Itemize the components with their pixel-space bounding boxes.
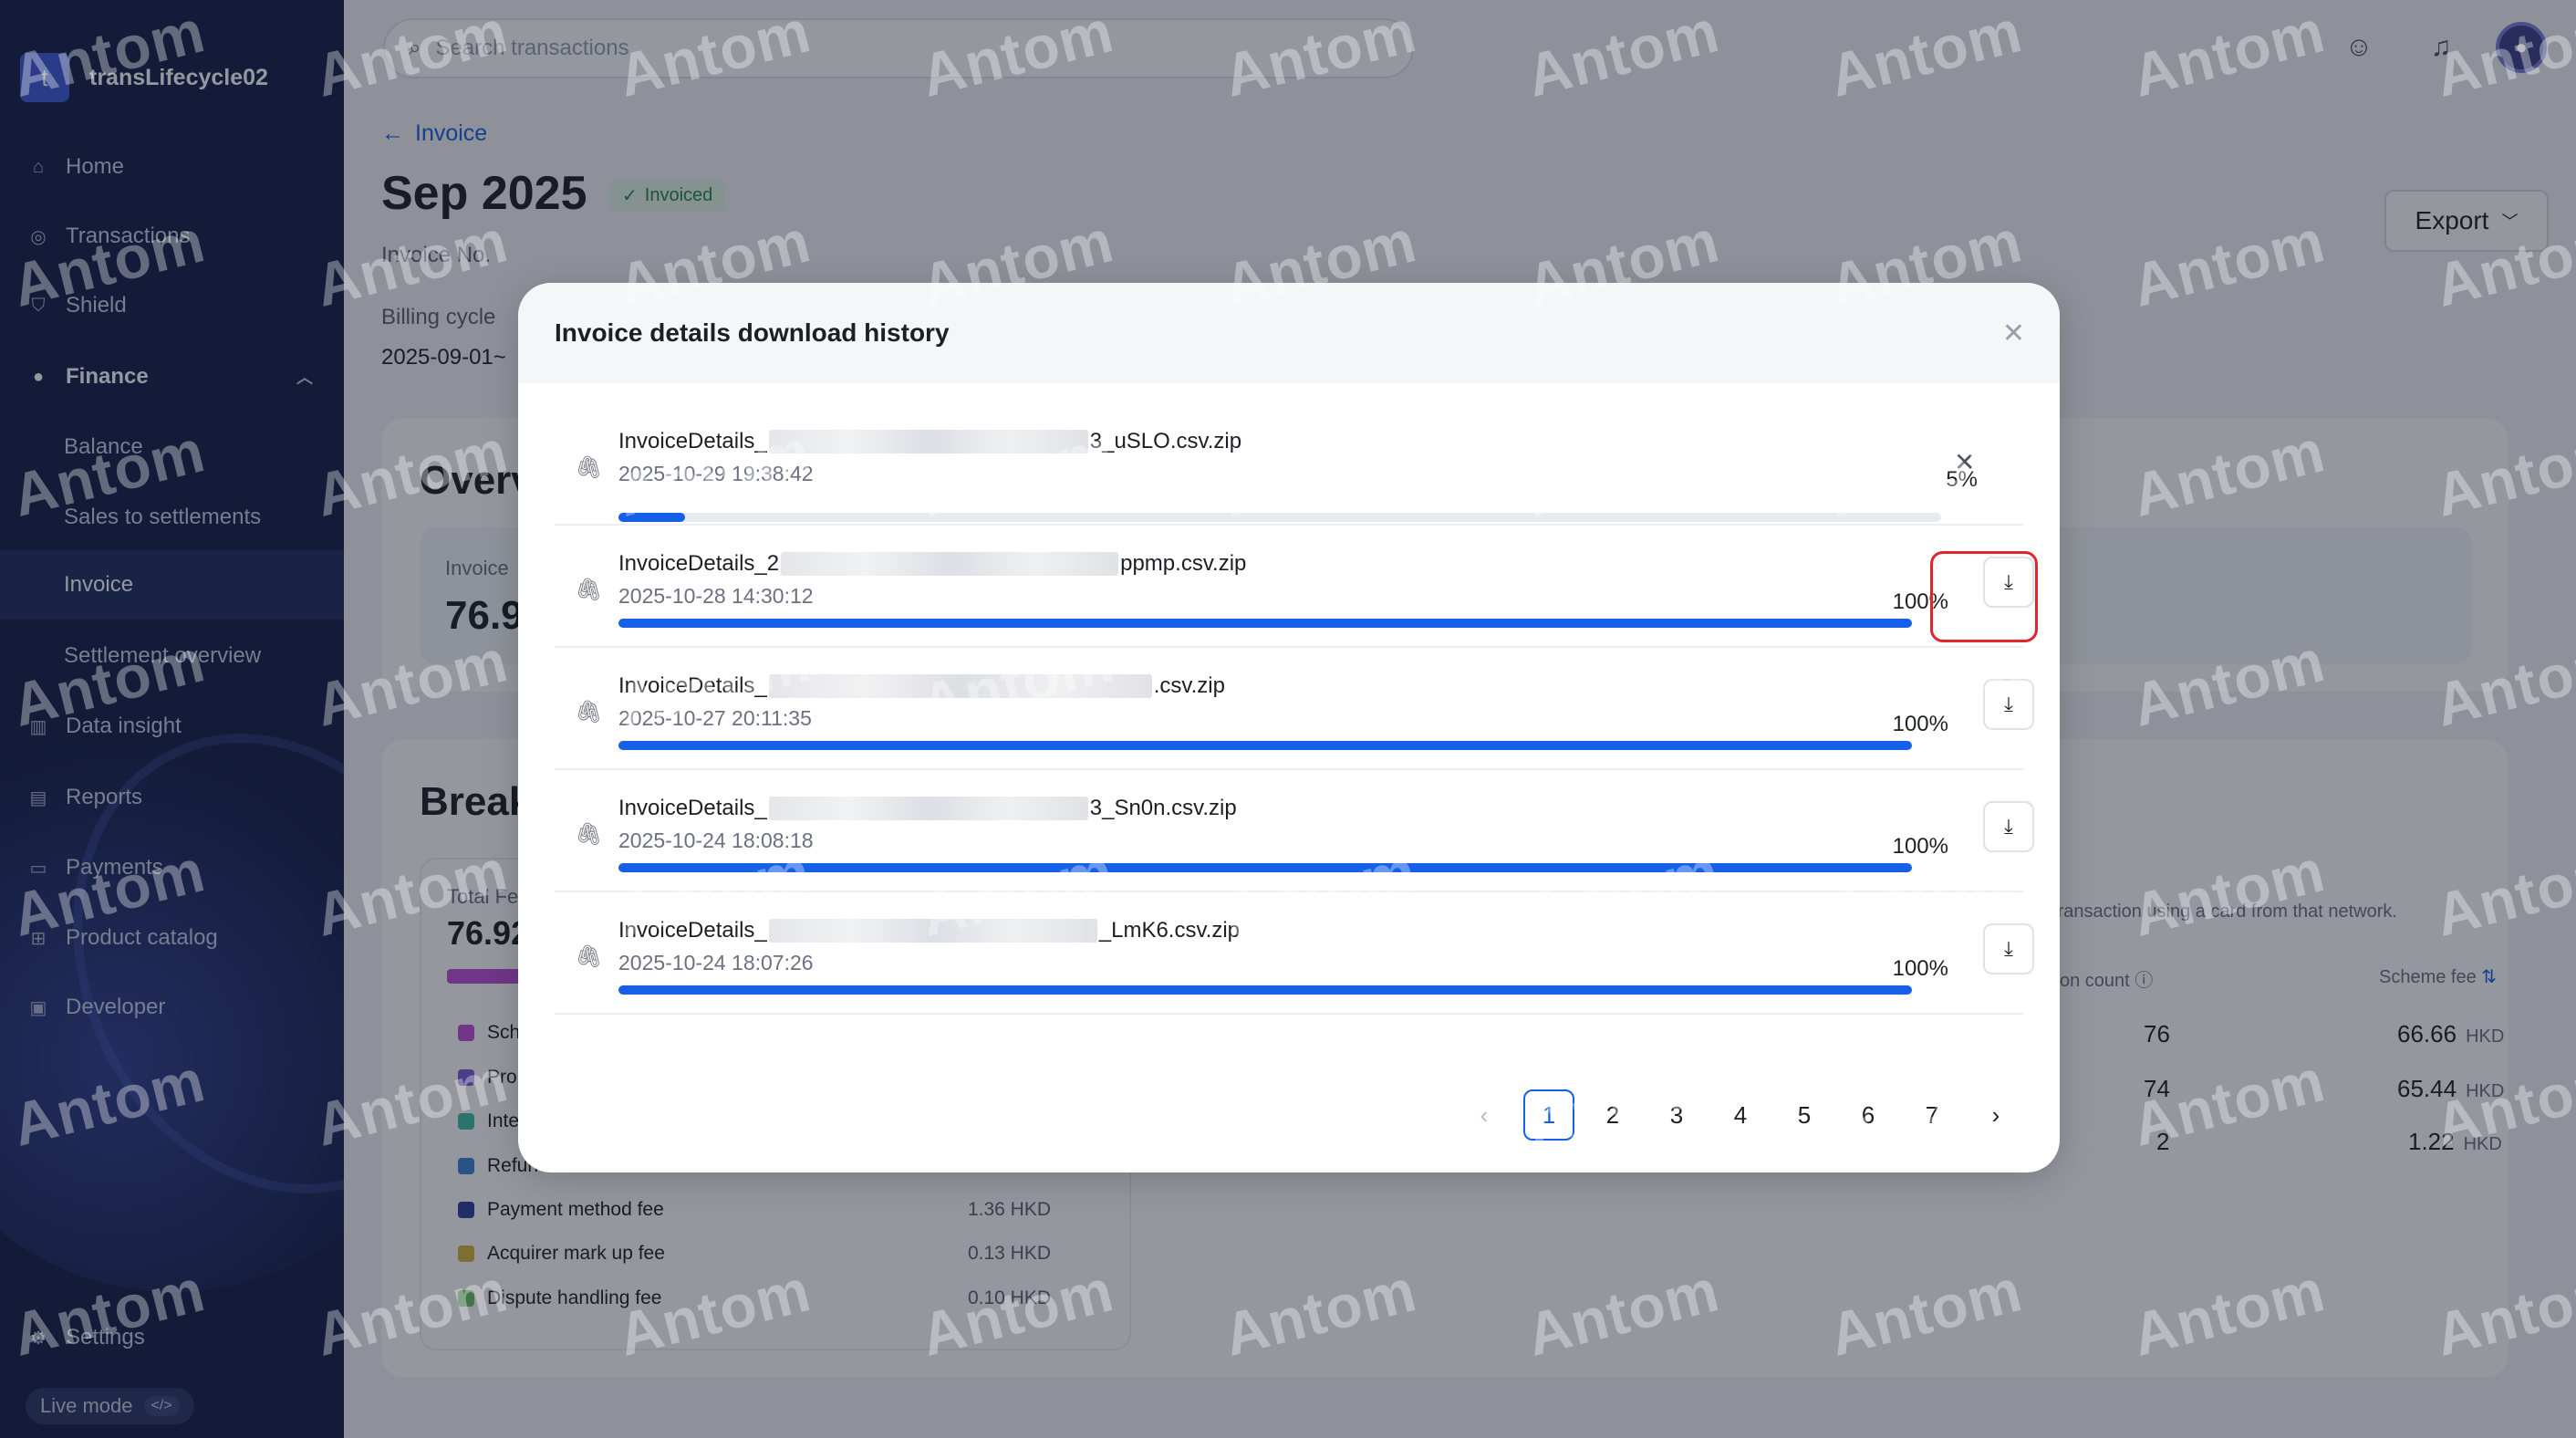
progress-fill: [618, 741, 1912, 750]
file-timestamp: 2025-10-24 18:07:26: [618, 951, 814, 974]
progress-bar: [618, 985, 1912, 995]
paperclip-icon: 🖇: [575, 822, 603, 847]
redacted-segment: [781, 552, 1119, 576]
progress-bar: [618, 513, 1941, 522]
progress-fill: [618, 513, 685, 522]
download-icon: ⤓: [2004, 937, 2013, 960]
redacted-segment: [768, 430, 1088, 453]
redacted-segment: [768, 674, 1152, 698]
file-name: InvoiceDetails_ 3_uSLO.csv.zip: [618, 429, 1242, 453]
download-row: 🖇 InvoiceDetails_2 ppmp.csv.zip 2025-10-2…: [555, 526, 2034, 648]
paperclip-icon: 🖇: [575, 578, 603, 602]
file-name: InvoiceDetails_ .csv.zip: [618, 673, 1225, 698]
progress-bar: [618, 863, 1912, 872]
file-timestamp: 2025-10-24 18:08:18: [618, 828, 814, 852]
progress-bar: [618, 741, 1912, 750]
modal-title: Invoice details download history: [555, 318, 950, 347]
file-name: InvoiceDetails_2 ppmp.csv.zip: [618, 551, 1247, 576]
progress-percent: 100%: [1892, 712, 1948, 736]
download-button[interactable]: ⤓: [1983, 923, 2034, 974]
page-button-1[interactable]: 1: [1523, 1089, 1574, 1141]
page-button-2[interactable]: 2: [1587, 1089, 1638, 1141]
paperclip-icon: 🖇: [575, 944, 603, 969]
file-timestamp: 2025-10-28 14:30:12: [618, 584, 814, 608]
progress-fill: [618, 985, 1912, 995]
page-button-6[interactable]: 6: [1843, 1089, 1894, 1141]
file-name: InvoiceDetails_ _LmK6.csv.zip: [618, 918, 1241, 943]
download-row: 🖇 InvoiceDetails_ 3_Sn0n.csv.zip 2025-10-…: [555, 770, 2034, 892]
progress-percent: 100%: [1892, 834, 1948, 859]
redacted-segment: [768, 919, 1097, 943]
page-button-4[interactable]: 4: [1715, 1089, 1766, 1141]
download-row: 🖇 InvoiceDetails_ 3_uSLO.csv.zip 2025-10-…: [555, 403, 2023, 526]
file-timestamp: 2025-10-29 19:38:42: [618, 462, 814, 485]
paperclip-icon: 🖇: [575, 700, 603, 724]
close-icon[interactable]: ✕: [2002, 318, 2025, 349]
download-icon: ⤓: [2004, 693, 2013, 715]
prev-page-button[interactable]: ‹: [1459, 1089, 1510, 1141]
progress-fill: [618, 619, 1912, 628]
redacted-segment: [768, 797, 1088, 820]
download-button[interactable]: ⤓: [1983, 679, 2034, 730]
file-name: InvoiceDetails_ 3_Sn0n.csv.zip: [618, 796, 1237, 820]
download-button[interactable]: ⤓: [1983, 801, 2034, 852]
page-button-5[interactable]: 5: [1779, 1089, 1830, 1141]
progress-percent: 100%: [1892, 956, 1948, 981]
download-row: 🖇 InvoiceDetails_ .csv.zip 2025-10-27 20:…: [555, 648, 2034, 770]
download-row: 🖇 InvoiceDetails_ _LmK6.csv.zip 2025-10-2…: [555, 892, 2034, 1015]
modal-header: Invoice details download history ✕: [518, 283, 2060, 383]
download-icon: ⤓: [2004, 815, 2013, 838]
progress-fill: [618, 863, 1912, 872]
page-button-3[interactable]: 3: [1651, 1089, 1702, 1141]
paperclip-icon: 🖇: [575, 455, 603, 480]
next-page-button[interactable]: ›: [1970, 1089, 2021, 1141]
page-button-7[interactable]: 7: [1906, 1089, 1958, 1141]
highlight-box: [1930, 551, 2038, 642]
progress-bar: [618, 619, 1912, 628]
file-timestamp: 2025-10-27 20:11:35: [618, 706, 812, 730]
download-history-modal: Invoice details download history ✕ 🖇 Inv…: [518, 283, 2060, 1172]
cancel-download-icon[interactable]: ✕: [1954, 447, 1975, 477]
